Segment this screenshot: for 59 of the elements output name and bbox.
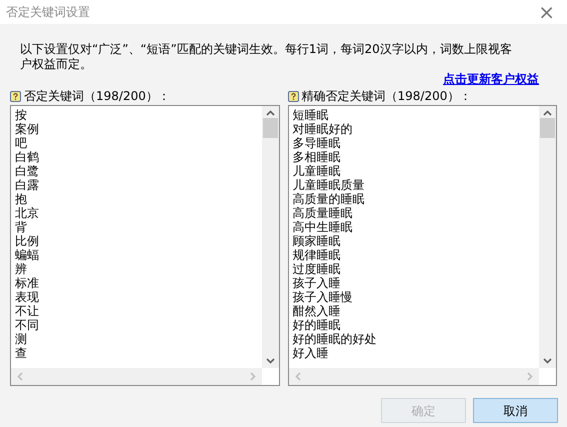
keyword-line: 不同 [15, 318, 39, 332]
close-button[interactable]: × [532, 2, 561, 22]
scroll-up-icon[interactable] [543, 110, 552, 116]
scroll-up-icon[interactable] [266, 110, 274, 116]
keyword-line: 短睡眠 [292, 108, 328, 122]
keyword-line: 表现 [15, 290, 39, 304]
keyword-line: 孩子入睡慢 [292, 290, 352, 304]
keyword-line: 白露 [15, 178, 39, 192]
scroll-right-icon[interactable] [527, 372, 533, 381]
help-icon[interactable] [10, 90, 21, 102]
keyword-line: 案例 [15, 122, 39, 136]
list-label: 否定关键词（198/200）： [24, 88, 170, 105]
update-link[interactable]: 点击更新客户权益 [443, 70, 539, 88]
keyword-textarea[interactable]: 按 案例 吧 白鹤 白鹭 白露 抱 北京 背 比例 蝙蝠 辨 标准 表现 不让 不同 测 查 [10, 105, 280, 386]
keyword-line: 北京 [15, 206, 39, 220]
keyword-line: 好的睡眠 [292, 318, 340, 332]
keyword-line: 多相睡眠 [292, 150, 340, 164]
keyword-line: 高质量睡眠 [292, 206, 352, 220]
scroll-left-icon[interactable] [17, 372, 23, 381]
keyword-line: 白鹤 [15, 150, 39, 164]
keyword-line: 儿童睡眠质量 [292, 178, 364, 192]
keyword-line: 孩子入睡 [292, 276, 340, 290]
keyword-line: 高中生睡眠 [292, 220, 352, 234]
scroll-thumb[interactable] [262, 118, 278, 138]
keyword-line: 不让 [15, 304, 39, 318]
keyword-line: 好的睡眠的好处 [292, 332, 376, 346]
scroll-right-icon[interactable] [250, 372, 256, 381]
keyword-line: 多导睡眠 [292, 136, 340, 150]
list-label: 精确否定关键词（198/200）： [302, 88, 472, 105]
cancel-button[interactable]: 取消 [473, 398, 558, 423]
notice-text: 以下设置仅对“广泛”、“短语”匹配的关键词生效。每行1词，每词20汉字以内，词数上限视客户权益而定。 [20, 42, 512, 71]
keyword-line: 查 [15, 346, 27, 360]
help-icon[interactable] [288, 90, 298, 102]
keyword-line: 背 [15, 220, 27, 234]
keyword-line: 吧 [15, 136, 27, 150]
keyword-line: 蝙蝠 [15, 248, 39, 262]
keyword-line: 酣然入睡 [292, 304, 340, 318]
scroll-down-icon[interactable] [543, 358, 552, 364]
window-title: 否定关键词设置 [6, 4, 90, 21]
scroll-thumb[interactable] [540, 118, 555, 138]
keyword-line: 比例 [15, 234, 39, 248]
keyword-line: 顾家睡眠 [292, 234, 340, 248]
keyword-line: 白鹭 [15, 164, 39, 178]
scroll-down-icon[interactable] [266, 358, 274, 364]
keyword-line: 标准 [15, 276, 39, 290]
vertical-scrollbar[interactable] [262, 106, 278, 368]
keyword-line: 抱 [15, 192, 27, 206]
keyword-textarea[interactable]: 短睡眠 对睡眠好的 多导睡眠 多相睡眠 儿童睡眠 儿童睡眠质量 高质量的睡眠 高质量睡眠 高中生睡眠 顾家睡眠 规律睡眠 过度睡眠 孩子入睡 孩子入睡慢 酣然入睡 好的睡眠 好的睡眠的好处 好入睡 [288, 105, 557, 386]
keyword-line: 好入睡 [292, 346, 328, 360]
vertical-scrollbar[interactable] [539, 106, 556, 368]
keyword-line: 规律睡眠 [292, 248, 340, 262]
keyword-line: 辨 [15, 262, 27, 276]
keyword-line: 按 [15, 108, 27, 122]
keyword-line: 儿童睡眠 [292, 164, 340, 178]
scroll-left-icon[interactable] [294, 372, 300, 381]
keyword-line: 测 [15, 332, 27, 346]
keyword-line: 对睡眠好的 [292, 122, 352, 136]
keyword-line: 过度睡眠 [292, 262, 340, 276]
keyword-line: 高质量的睡眠 [292, 192, 364, 206]
